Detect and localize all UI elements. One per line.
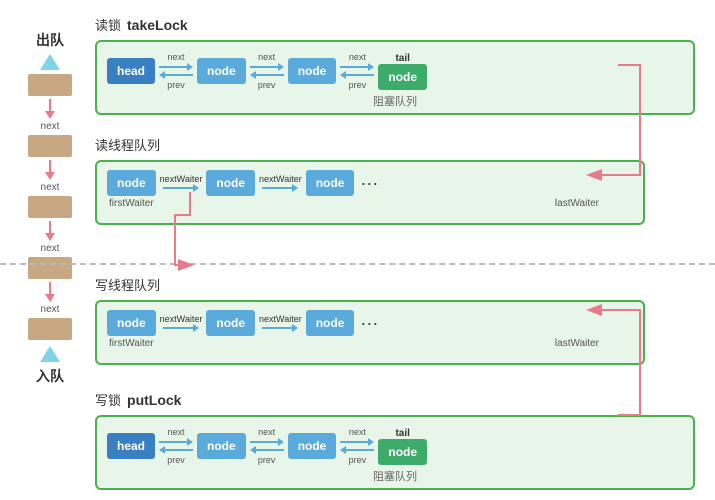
write-thread-title: 写线程队列 xyxy=(95,278,160,293)
node-1-writelock: node xyxy=(197,433,246,459)
write-lock-title: 写锁 xyxy=(95,390,121,409)
diagram-container: 出队 next next next next 入队 xyxy=(0,0,715,500)
first-waiter-label-write: firstWaiter xyxy=(109,338,154,349)
dots-readthread: ··· xyxy=(360,173,378,194)
read-thread-queue-section: 读线程队列 node nextWaiter xyxy=(95,135,645,225)
node-1-writethread: node xyxy=(107,310,156,336)
write-thread-queue-section: 写线程队列 node nextWaiter node xyxy=(95,275,645,365)
read-lock-box: head next prev node next xyxy=(95,40,695,115)
dequeue-label: 出队 xyxy=(36,30,64,50)
queue-block-1 xyxy=(28,74,72,96)
arrow-down-4 xyxy=(45,282,55,302)
up-arrow-top xyxy=(40,54,60,70)
left-queue: 出队 next next next next 入队 xyxy=(20,30,80,386)
blocking-label-write: 阻塞队列 xyxy=(369,468,421,484)
write-thread-node-row: node nextWaiter node nextWaiter xyxy=(107,310,633,336)
arrow-4: next prev xyxy=(159,427,193,465)
read-thread-node-row: node nextWaiter node xyxy=(107,170,633,196)
arrow-3: next prev xyxy=(340,52,374,90)
arrow-5: next prev xyxy=(250,427,284,465)
read-lock-node-row: head next prev node next xyxy=(107,52,683,90)
write-thread-box: node nextWaiter node nextWaiter xyxy=(95,300,645,365)
blocking-label-read: 阻塞队列 xyxy=(369,93,421,109)
arrow-6: next prev xyxy=(340,427,374,465)
write-lock-section: 写锁 putLock head next prev node xyxy=(95,390,695,490)
node-2-writethread: node xyxy=(206,310,255,336)
node-2-readlock: node xyxy=(288,58,337,84)
last-waiter-label-write: lastWaiter xyxy=(555,338,599,349)
queue-block-5 xyxy=(28,318,72,340)
tail-label-read: tail xyxy=(395,53,409,64)
node-2-readthread: node xyxy=(206,170,255,196)
node-2-writelock: node xyxy=(288,433,337,459)
next-label-3: next xyxy=(41,243,60,254)
node-3-readthread: node xyxy=(306,170,355,196)
read-lock-subtitle: takeLock xyxy=(127,17,188,33)
write-lock-subtitle: putLock xyxy=(127,392,181,408)
arrow-2: next prev xyxy=(250,52,284,90)
next-label-2: next xyxy=(41,182,60,193)
node-1-readlock: node xyxy=(197,58,246,84)
first-waiter-label-read: firstWaiter xyxy=(109,198,154,209)
tail-node-write: node xyxy=(378,439,427,465)
node-3-writethread: node xyxy=(306,310,355,336)
head-node: head xyxy=(107,58,155,84)
queue-block-2 xyxy=(28,135,72,157)
write-lock-node-row: head next prev node next xyxy=(107,427,683,465)
tail-label-write: tail xyxy=(395,428,409,439)
arrow-down-3 xyxy=(45,221,55,241)
arrow-down-1 xyxy=(45,99,55,119)
queue-block-4 xyxy=(28,257,72,279)
dotted-separator xyxy=(0,263,715,265)
write-lock-box: head next prev node next xyxy=(95,415,695,490)
arrow-down-2 xyxy=(45,160,55,180)
read-thread-title: 读线程队列 xyxy=(95,138,160,153)
queue-block-3 xyxy=(28,196,72,218)
read-thread-box: node nextWaiter node xyxy=(95,160,645,225)
enqueue-label: 入队 xyxy=(36,366,64,386)
last-waiter-label-read: lastWaiter xyxy=(555,198,599,209)
next-label-1: next xyxy=(41,121,60,132)
tail-node-read: node xyxy=(378,64,427,90)
read-lock-section: 读锁 takeLock head next prev xyxy=(95,15,695,115)
read-lock-title: 读锁 xyxy=(95,15,121,34)
node-1-readthread: node xyxy=(107,170,156,196)
next-label-4: next xyxy=(41,304,60,315)
head-node-write: head xyxy=(107,433,155,459)
dots-writethread: ··· xyxy=(360,313,378,334)
up-arrow-bottom xyxy=(40,346,60,362)
arrow-1: next prev xyxy=(159,52,193,90)
